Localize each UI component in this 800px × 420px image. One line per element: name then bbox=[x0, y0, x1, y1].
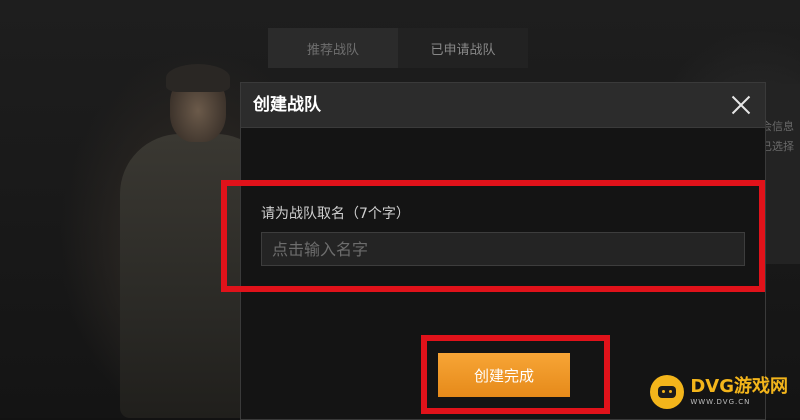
create-team-dialog: 创建战队 请为战队取名（7个字） 创建完成 bbox=[240, 82, 766, 420]
team-tabs: 推荐战队 已申请战队 bbox=[268, 28, 528, 68]
tab-applied-teams[interactable]: 已申请战队 bbox=[398, 28, 528, 68]
close-icon[interactable] bbox=[725, 89, 757, 121]
dialog-title: 创建战队 bbox=[253, 95, 321, 115]
site-watermark: DVG游戏网 WWW.DVG.CN bbox=[650, 372, 788, 412]
team-name-label: 请为战队取名（7个字） bbox=[261, 206, 410, 222]
team-name-input[interactable] bbox=[261, 232, 745, 266]
watermark-title: DVG游戏网 bbox=[690, 376, 788, 397]
watermark-url: WWW.DVG.CN bbox=[690, 398, 751, 406]
gamepad-logo-icon bbox=[650, 375, 685, 409]
create-complete-button[interactable]: 创建完成 bbox=[438, 353, 570, 397]
dialog-header: 创建战队 bbox=[241, 83, 765, 128]
